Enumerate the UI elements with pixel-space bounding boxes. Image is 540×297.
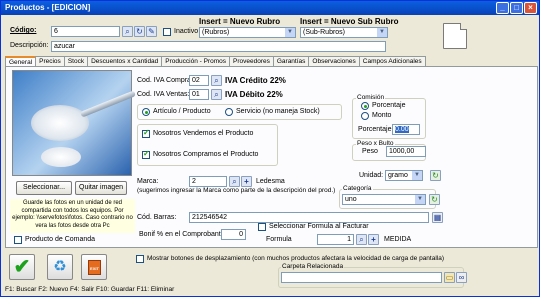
- porcentaje-option-label: Porcentaje: [372, 102, 406, 109]
- search-icon[interactable]: ⌕: [356, 234, 367, 245]
- bonif-field[interactable]: 0: [221, 229, 246, 240]
- barras-field[interactable]: 212546542: [189, 212, 429, 223]
- window-title: Productos - [EDICION]: [5, 3, 91, 12]
- porcentaje-label: Porcentaje: [358, 126, 392, 133]
- monto-option-label: Monto: [372, 112, 392, 119]
- edit-icon[interactable]: ✎: [146, 26, 157, 37]
- search-icon[interactable]: ⌕: [211, 75, 222, 86]
- insert-rubro-label: Insert = Nuevo Rubro: [199, 17, 281, 26]
- seleccionar-button[interactable]: Seleccionar...: [16, 181, 72, 195]
- servicio-label: Servicio (no maneja Stock): [236, 108, 320, 115]
- compramos-checkbox[interactable]: [142, 149, 150, 159]
- refresh-icon[interactable]: ↻: [429, 194, 440, 205]
- marca-label: Marca:: [137, 178, 159, 185]
- folder-icon[interactable]: ▭: [444, 272, 455, 283]
- formula-label: Formula: [266, 236, 292, 243]
- refresh-icon[interactable]: ↻: [134, 26, 145, 37]
- codigo-label: Código:: [10, 27, 37, 34]
- peso-field[interactable]: 1000,00: [386, 146, 426, 157]
- minimize-icon[interactable]: _: [496, 2, 509, 14]
- maximize-icon[interactable]: □: [510, 2, 523, 14]
- inactivo-checkbox[interactable]: [163, 28, 171, 36]
- quitar-imagen-button[interactable]: Quitar imagen: [75, 181, 127, 195]
- carpeta-title: Carpeta Relacionada: [281, 263, 345, 270]
- subrubro-select[interactable]: (Sub-Rubros): [300, 27, 388, 38]
- marca-field[interactable]: 2: [189, 176, 227, 187]
- carpeta-field[interactable]: [281, 272, 442, 283]
- product-image: [12, 70, 137, 176]
- comanda-checkbox[interactable]: [14, 236, 22, 244]
- porcentaje-field[interactable]: 0.00: [392, 124, 420, 135]
- new-document-icon[interactable]: [443, 23, 467, 49]
- compramos-label: Nosotros Compramos el Producto: [153, 151, 259, 158]
- servicio-radio[interactable]: [225, 108, 233, 116]
- categoria-title: Categoría: [342, 185, 373, 192]
- formula-check-label: Seleccionar Formula al Facturar: [269, 223, 369, 230]
- iva-debito-label: IVA Débito 22%: [225, 90, 283, 99]
- general-panel: Seleccionar... Quitar imagen Guarde las …: [5, 66, 538, 248]
- iva-compras-field[interactable]: 02: [189, 75, 209, 86]
- close-icon[interactable]: ×: [524, 2, 537, 14]
- barras-label: Cód. Barras:: [137, 214, 177, 221]
- mostrar-checkbox[interactable]: [136, 255, 144, 263]
- binoculars-icon[interactable]: ∞: [456, 272, 467, 283]
- bonif-label: Bonif % en el Comprobante: [139, 231, 225, 238]
- comision-title: Comisión: [356, 94, 386, 101]
- add-icon[interactable]: +: [241, 176, 252, 187]
- mostrar-label: Mostrar botones de desplazamiento (con m…: [147, 255, 445, 262]
- codigo-field[interactable]: 6: [51, 26, 120, 37]
- rubro-select[interactable]: (Rubros): [199, 27, 296, 38]
- articulo-radio[interactable]: [142, 108, 150, 116]
- recycle-bin-icon[interactable]: ♻: [47, 254, 73, 280]
- status-bar: F1: Buscar F2: Nuevo F4: Salir F10: Guar…: [5, 286, 175, 293]
- marca-hint: (sugerimos ingresar la Marca como parte …: [137, 187, 336, 194]
- iva-ventas-label: Cod. IVA Ventas:: [137, 91, 190, 98]
- search-icon[interactable]: ⌕: [229, 176, 240, 187]
- descripcion-label: Descripción:: [10, 42, 49, 49]
- categoria-select[interactable]: uno: [342, 194, 426, 205]
- unidad-label: Unidad:: [359, 172, 384, 179]
- iva-ventas-field[interactable]: 01: [189, 89, 209, 100]
- barcode-icon[interactable]: ▦: [432, 212, 443, 223]
- descripcion-field[interactable]: azucar: [51, 41, 386, 52]
- refresh-icon[interactable]: ↻: [430, 170, 441, 181]
- formula-field[interactable]: 1: [317, 234, 354, 245]
- search-icon[interactable]: ⌕: [122, 26, 133, 37]
- search-icon[interactable]: ⌕: [211, 89, 222, 100]
- title-bar: Productos - [EDICION] _ □ ×: [1, 1, 539, 15]
- add-icon[interactable]: +: [368, 234, 379, 245]
- porcentaje-radio[interactable]: [361, 102, 369, 110]
- photo-note: Guarde las fotos en un unidad de red com…: [10, 199, 135, 233]
- monto-radio[interactable]: [361, 112, 369, 120]
- iva-credito-label: IVA Crédito 22%: [225, 76, 286, 85]
- insert-subrubro-label: Insert = Nuevo Sub Rubro: [300, 17, 399, 26]
- iva-compras-label: Cod. IVA Compras: [137, 77, 195, 84]
- peso-label: Peso: [362, 148, 378, 155]
- articulo-label: Artículo / Producto: [153, 108, 211, 115]
- formula-checkbox[interactable]: [258, 223, 266, 231]
- porcentaje-value: 0.00: [395, 126, 409, 133]
- exit-icon[interactable]: EXIT: [81, 254, 107, 280]
- vendemos-checkbox[interactable]: [142, 128, 150, 138]
- vendemos-label: Nosotros Vendemos el Producto: [153, 130, 254, 137]
- marca-name: Ledesma: [256, 178, 285, 185]
- unidad-select[interactable]: gramo: [385, 170, 423, 181]
- product-window: Productos - [EDICION] _ □ × Código: 6 ⌕ …: [0, 0, 540, 297]
- formula-name: MEDIDA: [384, 236, 412, 243]
- comanda-label: Producto de Comanda: [25, 236, 96, 243]
- inactivo-label: Inactivo: [174, 28, 199, 35]
- save-check-icon[interactable]: ✔: [9, 254, 35, 280]
